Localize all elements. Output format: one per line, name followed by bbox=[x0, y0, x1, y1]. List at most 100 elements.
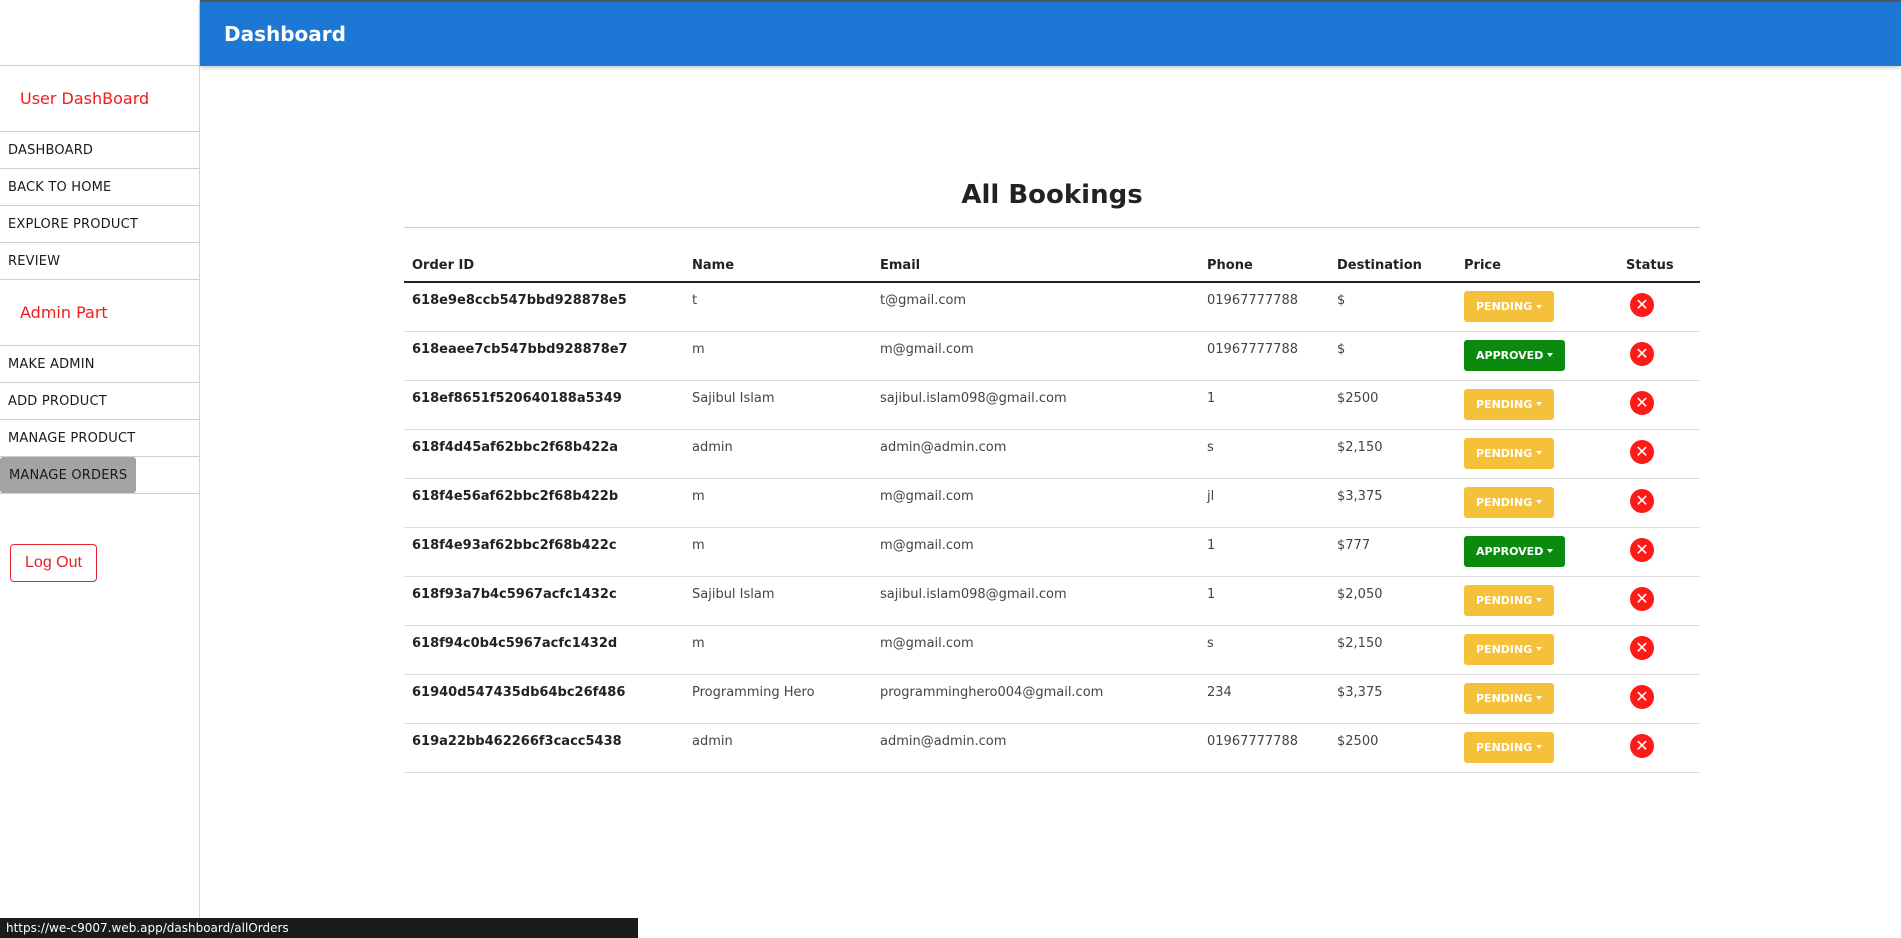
sidebar-item-manage-orders[interactable]: MANAGE ORDERS bbox=[0, 457, 199, 494]
cell-name: admin bbox=[684, 429, 872, 479]
status-dropdown-button[interactable]: APPROVED bbox=[1464, 535, 1566, 567]
caret-down-icon bbox=[1547, 549, 1554, 553]
status-dropdown-button[interactable]: APPROVED bbox=[1464, 339, 1566, 371]
sidebar-item-manage-product[interactable]: MANAGE PRODUCT bbox=[0, 420, 199, 457]
close-circle-icon[interactable]: ✕ bbox=[1630, 684, 1654, 709]
close-circle-icon[interactable]: ✕ bbox=[1630, 488, 1654, 513]
cell-name: m bbox=[684, 478, 872, 528]
cell-order-id: 618f4e93af62bbc2f68b422c bbox=[404, 527, 684, 577]
table-row: 618f4d45af62bbc2f68b422a admin admin@admin… bbox=[404, 429, 1700, 479]
close-circle-icon[interactable]: ✕ bbox=[1630, 390, 1654, 415]
cell-order-id: 618f4e56af62bbc2f68b422b bbox=[404, 478, 684, 528]
sidebar-item-dashboard[interactable]: DASHBOARD bbox=[0, 132, 199, 169]
table-row: 618f94c0b4c5967acfc1432d m m@gmail.com s $2,… bbox=[404, 625, 1700, 675]
cell-order-id: 618f94c0b4c5967acfc1432d bbox=[404, 625, 684, 675]
sidebar-item-review[interactable]: REVIEW bbox=[0, 243, 199, 280]
cell-phone: s bbox=[1199, 625, 1329, 675]
cell-destination: $ bbox=[1329, 282, 1456, 332]
cell-price: APPROVED bbox=[1456, 331, 1618, 381]
cell-status: ✕ bbox=[1618, 625, 1700, 675]
cell-destination: $2,150 bbox=[1329, 625, 1456, 675]
status-dropdown-button[interactable]: PENDING bbox=[1464, 633, 1555, 665]
cell-price: PENDING bbox=[1456, 723, 1618, 773]
cell-destination: $2500 bbox=[1329, 723, 1456, 773]
status-dropdown-button[interactable]: PENDING bbox=[1464, 731, 1555, 763]
close-circle-icon[interactable]: ✕ bbox=[1630, 537, 1654, 562]
cell-destination: $777 bbox=[1329, 527, 1456, 577]
sidebar-item-back-to-home[interactable]: BACK TO HOME bbox=[0, 169, 199, 206]
col-phone: Phone bbox=[1199, 252, 1329, 283]
status-dropdown-button[interactable]: PENDING bbox=[1464, 388, 1555, 420]
cell-destination: $2,150 bbox=[1329, 429, 1456, 479]
cell-email: m@gmail.com bbox=[872, 331, 1199, 381]
cell-order-id: 618eaee7cb547bbd928878e7 bbox=[404, 331, 684, 381]
cell-email: programminghero004@gmail.com bbox=[872, 674, 1199, 724]
cell-destination: $3,375 bbox=[1329, 674, 1456, 724]
caret-down-icon bbox=[1536, 647, 1543, 651]
cell-name: Programming Hero bbox=[684, 674, 872, 724]
cell-status: ✕ bbox=[1618, 478, 1700, 528]
main-content: All Bookings Order ID Name Email Phone D… bbox=[404, 180, 1700, 773]
cell-price: APPROVED bbox=[1456, 527, 1618, 577]
caret-down-icon bbox=[1536, 598, 1543, 602]
cell-phone: s bbox=[1199, 429, 1329, 479]
cell-name: Sajibul Islam bbox=[684, 380, 872, 430]
close-circle-icon[interactable]: ✕ bbox=[1630, 635, 1654, 660]
caret-down-icon bbox=[1536, 304, 1543, 309]
close-circle-icon[interactable]: ✕ bbox=[1630, 733, 1654, 758]
cell-phone: 01967777788 bbox=[1199, 282, 1329, 332]
cell-order-id: 618ef8651f520640188a5349 bbox=[404, 380, 684, 430]
col-status: Status bbox=[1618, 252, 1700, 283]
cell-price: PENDING bbox=[1456, 674, 1618, 724]
cell-phone: jl bbox=[1199, 478, 1329, 528]
cell-destination: $2,050 bbox=[1329, 576, 1456, 626]
caret-down-icon bbox=[1536, 696, 1543, 700]
caret-down-icon bbox=[1536, 745, 1543, 749]
col-price: Price bbox=[1456, 252, 1618, 283]
cell-email: m@gmail.com bbox=[872, 527, 1199, 577]
status-label: PENDING bbox=[1476, 397, 1533, 411]
cell-order-id: 61940d547435db64bc26f486 bbox=[404, 674, 684, 724]
cell-email: admin@admin.com bbox=[872, 429, 1199, 479]
status-label: PENDING bbox=[1476, 495, 1533, 509]
sidebar-item-explore-product[interactable]: EXPLORE PRODUCT bbox=[0, 206, 199, 243]
cell-phone: 01967777788 bbox=[1199, 331, 1329, 381]
close-circle-icon[interactable]: ✕ bbox=[1630, 586, 1654, 611]
cell-price: PENDING bbox=[1456, 478, 1618, 528]
close-circle-icon[interactable]: ✕ bbox=[1630, 439, 1654, 464]
table-row: 618ef8651f520640188a5349 Sajibul Islam saj… bbox=[404, 380, 1700, 430]
status-dropdown-button[interactable]: PENDING bbox=[1464, 584, 1555, 616]
col-order-id: Order ID bbox=[404, 252, 684, 283]
admin-part-heading: Admin Part bbox=[0, 280, 199, 346]
status-bar-url: https://we-c9007.web.app/dashboard/allOr… bbox=[0, 918, 638, 938]
cell-destination: $3,375 bbox=[1329, 478, 1456, 528]
cell-destination: $2500 bbox=[1329, 380, 1456, 430]
status-dropdown-button[interactable]: PENDING bbox=[1464, 682, 1555, 714]
cell-order-id: 618e9e8ccb547bbd928878e5 bbox=[404, 282, 684, 332]
cell-price: PENDING bbox=[1456, 576, 1618, 626]
cell-email: t@gmail.com bbox=[872, 282, 1199, 332]
sidebar: User DashBoard DASHBOARD BACK TO HOME EX… bbox=[0, 0, 200, 938]
status-dropdown-button[interactable]: PENDING bbox=[1464, 486, 1555, 518]
cell-email: m@gmail.com bbox=[872, 478, 1199, 528]
status-dropdown-button[interactable]: PENDING bbox=[1464, 291, 1555, 322]
close-circle-icon[interactable]: ✕ bbox=[1630, 293, 1654, 317]
close-circle-icon[interactable]: ✕ bbox=[1630, 341, 1654, 366]
sidebar-item-make-admin[interactable]: MAKE ADMIN bbox=[0, 346, 199, 383]
col-name: Name bbox=[684, 252, 872, 283]
table-row: 618eaee7cb547bbd928878e7 m m@gmail.com 0196… bbox=[404, 331, 1700, 381]
sidebar-spacer bbox=[0, 0, 199, 66]
cell-phone: 01967777788 bbox=[1199, 723, 1329, 773]
cell-status: ✕ bbox=[1618, 331, 1700, 381]
cell-status: ✕ bbox=[1618, 282, 1700, 332]
cell-price: PENDING bbox=[1456, 380, 1618, 430]
status-dropdown-button[interactable]: PENDING bbox=[1464, 437, 1555, 469]
cell-price: PENDING bbox=[1456, 625, 1618, 675]
cell-status: ✕ bbox=[1618, 674, 1700, 724]
status-label: PENDING bbox=[1476, 740, 1533, 754]
sidebar-item-add-product[interactable]: ADD PRODUCT bbox=[0, 383, 199, 420]
page-title: Dashboard bbox=[224, 22, 346, 46]
cell-price: PENDING bbox=[1456, 429, 1618, 479]
logout-button[interactable]: Log Out bbox=[10, 544, 97, 582]
cell-name: m bbox=[684, 331, 872, 381]
